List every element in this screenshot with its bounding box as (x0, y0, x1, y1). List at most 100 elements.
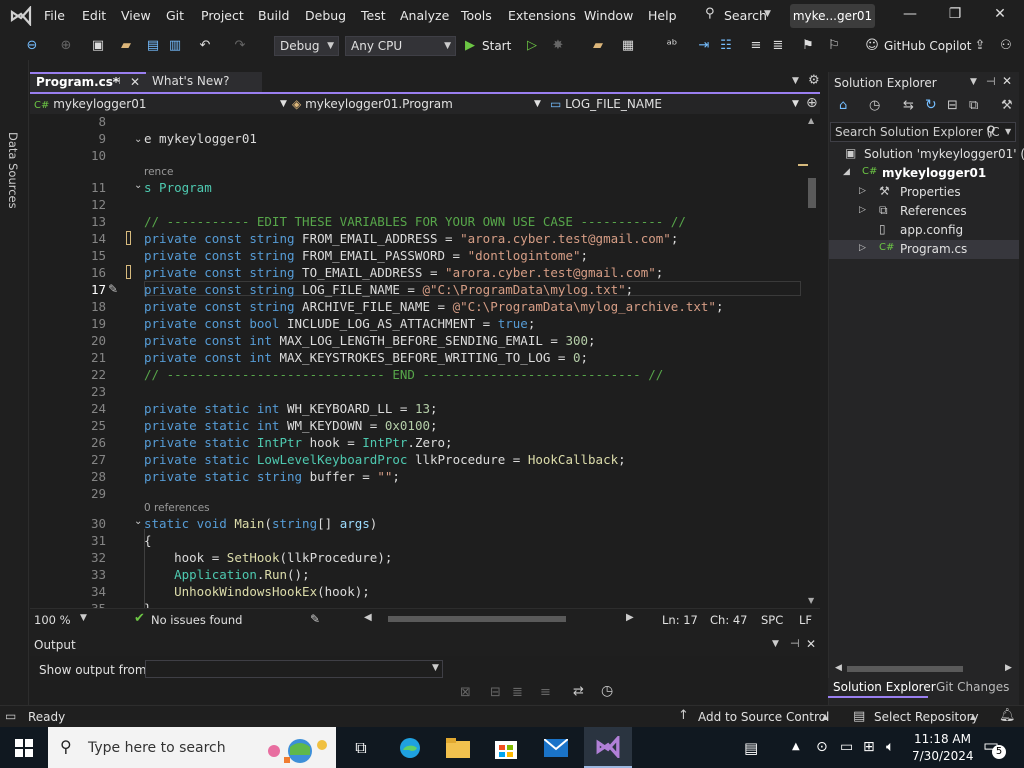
tab-git-changes[interactable]: Git Changes (936, 680, 1009, 694)
taskbar-search-box[interactable]: ⚲ Type here to search (48, 727, 336, 768)
code-line[interactable]: 18 private const string ARCHIVE_FILE_NAME… (30, 299, 800, 316)
new-project-icon[interactable]: ▣ (90, 38, 106, 54)
start-play-icon[interactable]: ▶ (462, 38, 478, 54)
forward-icon[interactable]: ⊕ (58, 38, 74, 54)
spell-check-icon[interactable]: ᵃᵇ (664, 38, 680, 54)
start-button[interactable] (0, 727, 48, 768)
tree-item-app-config[interactable]: ▯ app.config (829, 221, 1019, 240)
menu-extensions[interactable]: Extensions (508, 8, 576, 23)
volume-icon[interactable]: 🔈︎ (886, 739, 894, 755)
edge-browser-icon[interactable] (388, 727, 432, 768)
uncomment-icon[interactable]: ≣ (770, 38, 786, 54)
tab-program-cs[interactable]: Program.cs* ⊣ ✕ (30, 72, 146, 92)
clock-icon[interactable]: ◷ (601, 683, 613, 699)
start-button[interactable]: Start (482, 39, 511, 53)
scroll-down-icon[interactable]: ▼ (808, 596, 814, 605)
open-folder-icon[interactable]: ▰ (118, 38, 134, 54)
clock-time[interactable]: 11:18 AM (914, 732, 971, 746)
github-copilot-button[interactable]: GitHub Copilot (884, 39, 971, 53)
close-icon[interactable]: ✕ (806, 637, 816, 651)
start-without-debug-icon[interactable]: ▷ (524, 38, 540, 54)
code-line[interactable]: 34 UnhookWindowsHookEx(hook); (30, 584, 800, 601)
hot-reload-icon[interactable]: ✸ (550, 38, 566, 54)
show-all-files-icon[interactable]: ⧉ (969, 98, 978, 113)
zoom-level[interactable]: 100 % (34, 613, 71, 627)
code-line[interactable]: 12 (30, 197, 800, 214)
history-icon[interactable]: ◷ (869, 98, 880, 113)
menu-analyze[interactable]: Analyze (400, 8, 449, 23)
next-message-icon[interactable]: ≡ (540, 685, 551, 700)
code-line[interactable]: 26 private static IntPtr hook = IntPtr.Ze… (30, 435, 800, 452)
collapse-all-icon[interactable]: ⊟ (947, 98, 958, 113)
code-line[interactable]: 9 e mykeylogger01 (30, 131, 800, 148)
code-line[interactable]: 23 (30, 384, 800, 401)
collapsed-arrow-icon[interactable]: ▷ (859, 186, 866, 196)
code-line[interactable]: 17 private const string LOG_FILE_NAME = @… (30, 282, 800, 299)
menu-project[interactable]: Project (201, 8, 244, 23)
codelens-references[interactable]: rence (144, 166, 173, 178)
close-icon[interactable]: ✕ (1002, 74, 1012, 88)
back-icon[interactable]: ⊖ (24, 38, 40, 54)
code-line[interactable]: 22 // ----------------------------- END -… (30, 367, 800, 384)
code-line[interactable]: 31 { (30, 533, 800, 550)
output-source-dropdown[interactable]: ▼ (145, 660, 443, 678)
scroll-left-icon[interactable]: ◀ (835, 663, 842, 673)
line-number-status[interactable]: Ln: 17 (662, 613, 698, 627)
save-all-icon[interactable]: ▥ (167, 38, 183, 54)
refresh-icon[interactable]: ↻ (925, 97, 937, 113)
member-dropdown[interactable]: ▭ LOG_FILE_NAME ▼ (550, 95, 799, 113)
comment-icon[interactable]: ≡ (748, 38, 764, 54)
chevron-down-icon[interactable]: ▼ (80, 613, 87, 623)
code-line[interactable]: 32 hook = SetHook(llkProcedure); (30, 550, 800, 567)
line-ending-status[interactable]: LF (799, 613, 812, 627)
share-icon[interactable]: ⇪ (972, 38, 988, 54)
code-line[interactable]: 24 private static int WH_KEYBOARD_LL = 13… (30, 401, 800, 418)
tree-item-program-cs[interactable]: ▷ C# Program.cs (829, 240, 1019, 259)
chevron-down-icon[interactable]: ▼ (1005, 127, 1011, 136)
file-explorer-icon[interactable]: ▰ (590, 38, 606, 54)
sync-icon[interactable]: ⇆ (903, 98, 914, 113)
minimize-icon[interactable]: — (900, 6, 920, 26)
code-line[interactable]: 33 Application.Run(); (30, 567, 800, 584)
wrench-icon[interactable]: ⚒ (1001, 98, 1013, 113)
format-icon[interactable]: ☷ (718, 38, 734, 54)
clock-date[interactable]: 7/30/2024 (912, 749, 974, 763)
close-icon[interactable]: ✕ (990, 6, 1010, 26)
add-to-source-control-button[interactable]: Add to Source Control (698, 710, 829, 724)
menu-git[interactable]: Git (166, 8, 184, 23)
expanded-arrow-icon[interactable]: ◢ (843, 167, 850, 177)
project-dropdown[interactable]: C# mykeylogger01 ▼ (34, 95, 288, 113)
menu-build[interactable]: Build (258, 8, 289, 23)
news-widget-icon[interactable]: ▤ (744, 739, 758, 757)
bookmark-icon[interactable]: ⚑ (800, 38, 816, 54)
platform-dropdown[interactable]: Any CPU ▼ (345, 36, 456, 56)
code-line[interactable]: 25 private static int WM_KEYDOWN = 0x0100… (30, 418, 800, 435)
file-explorer-icon[interactable] (436, 727, 480, 768)
indent-icon[interactable]: ⇥ (696, 38, 712, 54)
menu-file[interactable]: File (44, 8, 65, 23)
menu-tools[interactable]: Tools (461, 8, 492, 23)
meet-now-icon[interactable]: ⊙ (816, 739, 828, 755)
find-icon[interactable]: ⊠ (460, 685, 471, 700)
code-line[interactable]: 28 private static string buffer = ""; (30, 469, 800, 486)
select-repository-button[interactable]: Select Repository (874, 710, 979, 724)
code-line[interactable]: 10 (30, 148, 800, 165)
class-dropdown[interactable]: ◈ mykeylogger01.Program ▼ (292, 95, 546, 113)
undo-icon[interactable]: ↶ (197, 38, 213, 54)
code-editor[interactable]: rence 0 references ⌄ ⌄ ⌄ ✎ 89e mykeylogg… (30, 114, 820, 608)
code-line[interactable]: 19 private const bool INCLUDE_LOG_AS_ATTA… (30, 316, 800, 333)
code-line[interactable]: 29 (30, 486, 800, 503)
code-line[interactable]: 27 private static LowLevelKeyboardProc ll… (30, 452, 800, 469)
editor-vertical-scrollbar[interactable]: ▲ ▼ (798, 116, 818, 606)
horizontal-scroll-thumb[interactable] (847, 666, 963, 672)
clear-all-icon[interactable]: ⊟ (490, 685, 501, 700)
tab-overflow-icon[interactable]: ▼ (792, 76, 799, 86)
data-sources-tab[interactable]: Data Sources (6, 132, 20, 209)
tab-whats-new[interactable]: What's New? (146, 72, 262, 92)
split-editor-icon[interactable]: ⊕ (806, 95, 818, 111)
menu-window[interactable]: Window (584, 8, 633, 23)
pin-icon[interactable]: ⊣ (112, 76, 121, 87)
bookmark-prev-icon[interactable]: ⚐ (826, 38, 842, 54)
tree-item-properties[interactable]: ▷ ⚒ Properties (829, 183, 1019, 202)
chevron-up-icon[interactable]: ▲ (792, 741, 800, 752)
